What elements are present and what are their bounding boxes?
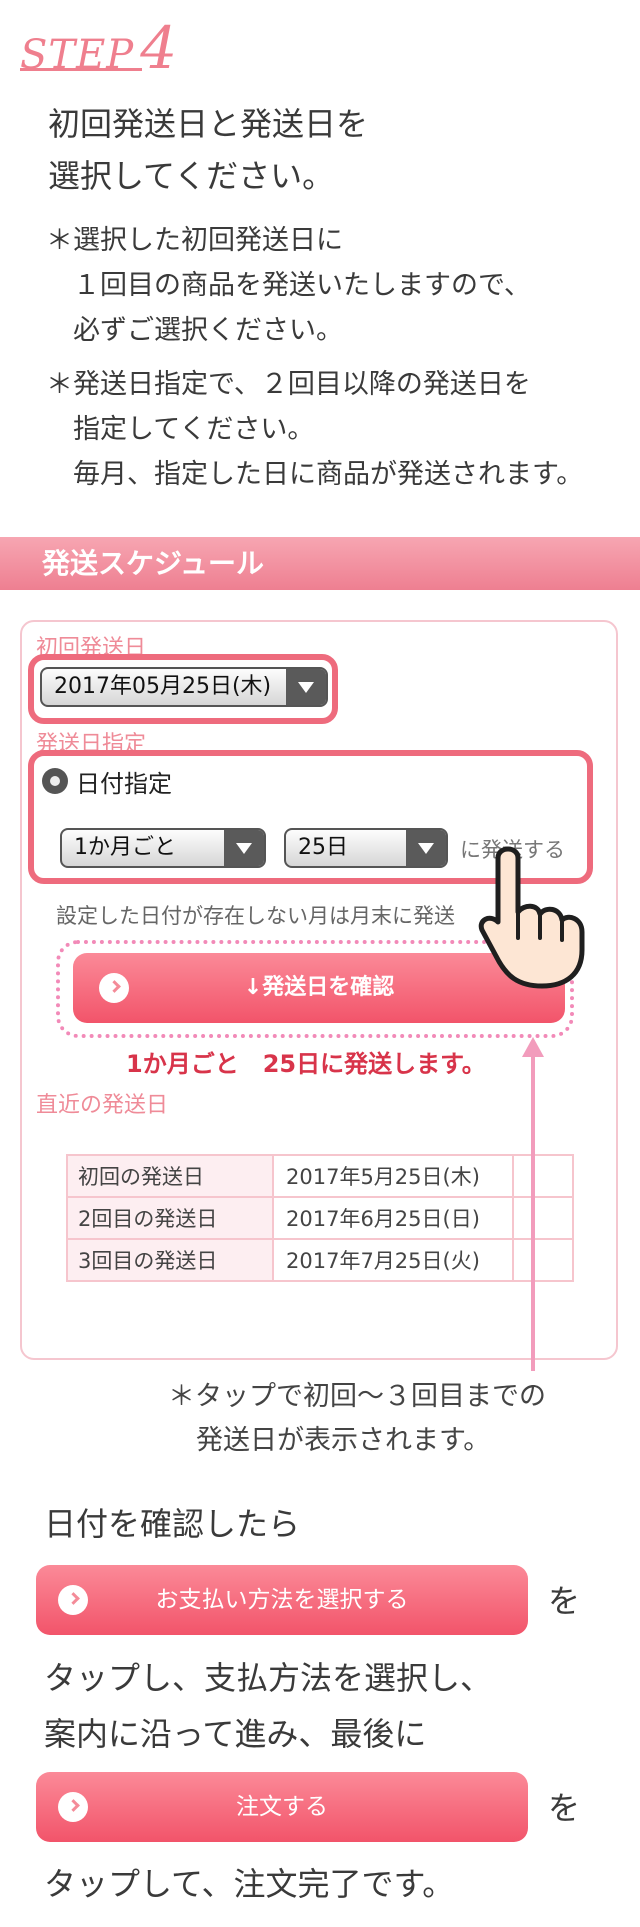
- schedule-date: 2017年6月25日(日): [272, 1196, 514, 1240]
- intro-line-1: 初回発送日と発送日を: [48, 105, 369, 143]
- interval-value: 1か月ごと: [74, 835, 176, 860]
- pointing-hand-icon: [478, 846, 585, 989]
- note-2c: 毎月、指定した日に商品が発送されます。: [46, 459, 584, 490]
- outro-line-1: 日付を確認したら: [44, 1505, 301, 1543]
- intro-line-2: 選択してください。: [48, 157, 335, 195]
- order-button[interactable]: 注文する: [36, 1772, 528, 1842]
- schedule-table: 初回の発送日 2017年5月25日(木) 2回目の発送日 2017年6月25日(…: [66, 1154, 574, 1282]
- day-value: 25日: [298, 835, 348, 860]
- table-row: 2回目の発送日 2017年6月25日(日): [66, 1196, 574, 1240]
- first-ship-value: 2017年05月25日(木): [54, 674, 272, 699]
- result-text: 1か月ごと 25日に発送します。: [126, 1050, 486, 1078]
- outro-line-3: 案内に沿って進み、最後に: [44, 1715, 427, 1753]
- month-end-note: 設定した日付が存在しない月は月末に発送: [56, 904, 455, 928]
- note-1b: １回目の商品を発送いたしますので、: [46, 270, 531, 301]
- schedule-date: 2017年7月25日(火): [272, 1238, 514, 1282]
- recent-label: 直近の発送日: [36, 1093, 169, 1118]
- table-row: 初回の発送日 2017年5月25日(木): [66, 1154, 574, 1198]
- schedule-label: 2回目の発送日: [66, 1196, 274, 1240]
- note-1c: 必ずご選択ください。: [46, 315, 343, 346]
- note-1a: ＊選択した初回発送日に: [46, 225, 343, 256]
- outro-line-4: タップして、注文完了です。: [44, 1865, 455, 1903]
- schedule-banner: 発送スケジュール: [0, 537, 640, 590]
- tap-note-1: ＊タップで初回〜３回目までの: [168, 1381, 546, 1412]
- step-number: 4: [140, 14, 178, 82]
- note-2b: 指定してください。: [46, 414, 315, 445]
- day-select[interactable]: 25日: [284, 828, 448, 868]
- schedule-date: 2017年5月25日(木): [272, 1154, 514, 1198]
- step-heading: STEP 4: [20, 14, 177, 82]
- table-row: 3回目の発送日 2017年7月25日(火): [66, 1238, 574, 1282]
- select-payment-button[interactable]: お支払い方法を選択する: [36, 1565, 528, 1635]
- chevron-down-icon: [406, 830, 446, 866]
- date-radio[interactable]: [42, 768, 68, 794]
- schedule-label: 3回目の発送日: [66, 1238, 274, 1282]
- step-underline: [20, 68, 142, 71]
- wo-text-2: を: [548, 1789, 581, 1827]
- tap-note-2: 発送日が表示されます。: [196, 1425, 491, 1456]
- order-button-label: 注文する: [236, 1794, 328, 1820]
- schedule-label: 初回の発送日: [66, 1154, 274, 1198]
- wo-text-1: を: [548, 1582, 581, 1620]
- note-2a: ＊発送日指定で、２回目以降の発送日を: [46, 369, 531, 400]
- outro-line-2: タップし、支払方法を選択し、: [44, 1659, 493, 1697]
- date-radio-label: 日付指定: [76, 770, 172, 798]
- step-word: STEP: [20, 32, 135, 78]
- interval-select[interactable]: 1か月ごと: [60, 828, 266, 868]
- payment-button-label: お支払い方法を選択する: [155, 1587, 409, 1613]
- chevron-down-icon: [224, 830, 264, 866]
- first-ship-select[interactable]: 2017年05月25日(木): [40, 667, 328, 707]
- chevron-down-icon: [286, 669, 326, 705]
- arrow-up-icon: [522, 1037, 544, 1371]
